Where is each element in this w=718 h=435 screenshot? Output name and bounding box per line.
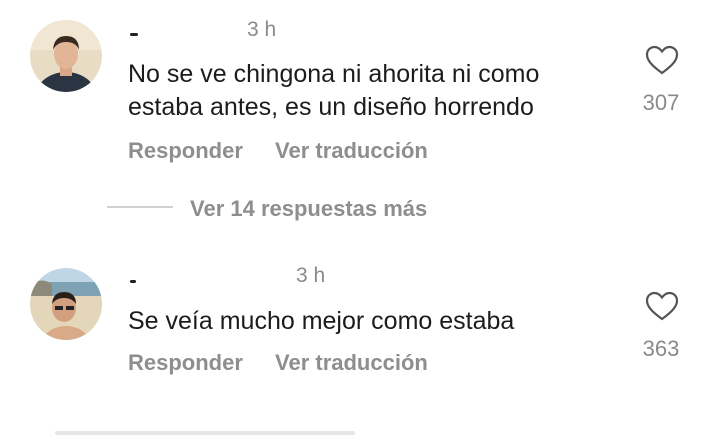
heart-outline-icon[interactable] [645, 45, 679, 75]
like-count: 307 [642, 90, 680, 115]
comment-time: 3 h [296, 264, 326, 287]
translate-button[interactable]: Ver traducción [275, 138, 428, 164]
comment-time: 3 h [247, 18, 277, 41]
comment-text-line: Se veía mucho mejor como estaba [128, 307, 515, 335]
next-comment-preview [55, 431, 355, 435]
replies-divider [107, 206, 173, 208]
username[interactable] [130, 280, 136, 283]
heart-outline-icon[interactable] [645, 291, 679, 321]
view-more-replies-button[interactable]: Ver 14 respuestas más [190, 196, 427, 222]
avatar[interactable] [30, 20, 102, 92]
reply-button[interactable]: Responder [128, 138, 243, 164]
translate-button[interactable]: Ver traducción [275, 350, 428, 376]
like-count: 363 [642, 336, 680, 361]
reply-button[interactable]: Responder [128, 350, 243, 376]
comment-text-line: No se ve chingona ni ahorita ni como [128, 60, 540, 88]
avatar[interactable] [30, 268, 102, 340]
comment-text-line: estaba antes, es un diseño horrendo [128, 93, 534, 121]
username[interactable] [130, 33, 138, 36]
